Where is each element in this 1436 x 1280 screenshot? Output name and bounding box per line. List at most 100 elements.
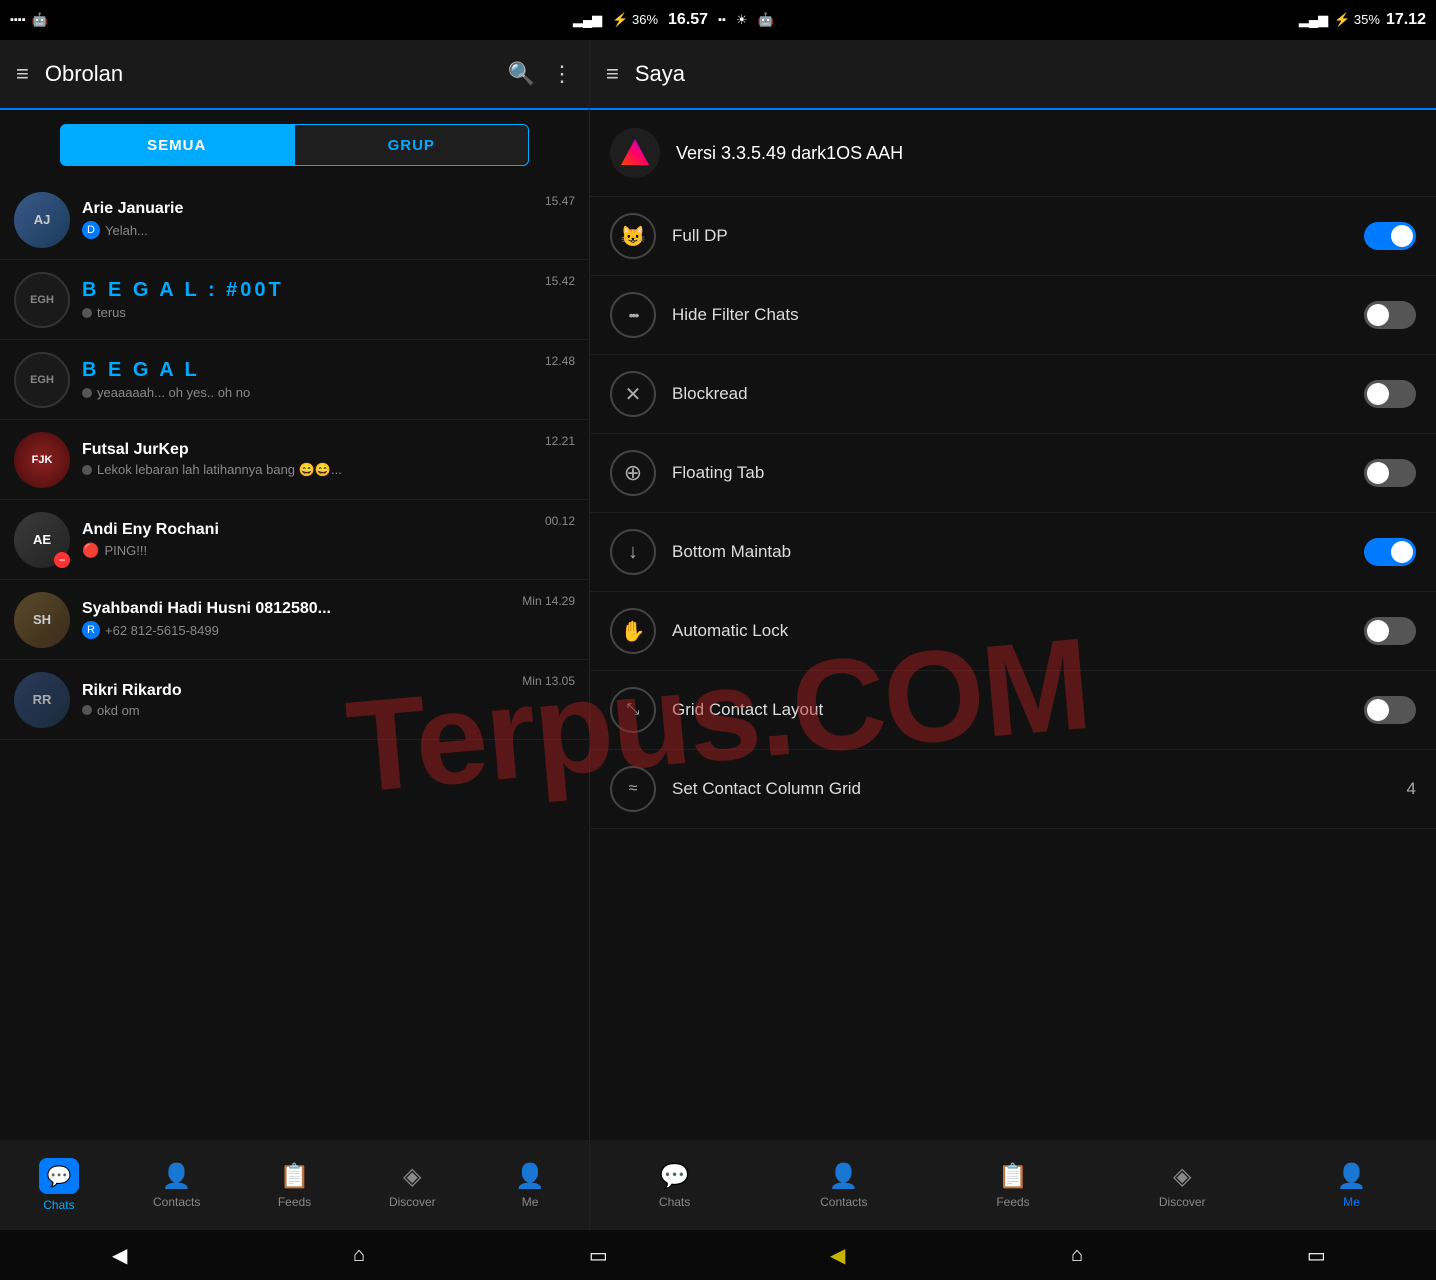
preview-text: Lekok lebaran lah latihannya bang 😄😄... bbox=[97, 462, 342, 478]
preview-text: yeaaaaah... oh yes.. oh no bbox=[97, 385, 250, 400]
discover-label-right: Discover bbox=[1159, 1195, 1206, 1209]
back-btn-left[interactable]: ◀ bbox=[90, 1235, 150, 1275]
nav-feeds[interactable]: 📋 Feeds bbox=[236, 1140, 354, 1230]
nav-discover-right[interactable]: ◈ Discover bbox=[1098, 1140, 1267, 1230]
home-btn-right[interactable]: ⌂ bbox=[1047, 1235, 1107, 1275]
tab-group[interactable]: GRUP bbox=[294, 124, 530, 166]
home-btn-left[interactable]: ⌂ bbox=[329, 1235, 389, 1275]
setting-floating-tab: ⊕ Floating Tab bbox=[590, 434, 1436, 513]
chat-preview: Lekok lebaran lah latihannya bang 😄😄... bbox=[82, 462, 533, 478]
toggle-knob bbox=[1367, 304, 1389, 326]
battery-2: ⚡ 35% bbox=[1334, 12, 1380, 28]
feeds-icon-right: 📋 bbox=[998, 1162, 1028, 1191]
discover-label: Discover bbox=[389, 1195, 436, 1209]
menu-icon-right[interactable]: ≡ bbox=[606, 61, 619, 87]
full-dp-toggle[interactable] bbox=[1364, 222, 1416, 250]
grid-contact-toggle[interactable] bbox=[1364, 696, 1416, 724]
chat-item[interactable]: AJ Arie Januarie D Yelah... 15.47 bbox=[0, 180, 589, 260]
blockread-label: Blockread bbox=[672, 384, 1348, 404]
auto-lock-toggle[interactable] bbox=[1364, 617, 1416, 645]
setting-full-dp: 😺 Full DP bbox=[590, 197, 1436, 276]
message-badge-r: R bbox=[82, 621, 100, 639]
chat-item[interactable]: EGH B E G A L : #00T terus 15.42 bbox=[0, 260, 589, 340]
nav-chats[interactable]: 💬 Chats bbox=[0, 1140, 118, 1230]
version-row: Versi 3.3.5.49 dark1OS AAH bbox=[590, 110, 1436, 197]
setting-auto-lock: ✋ Automatic Lock bbox=[590, 592, 1436, 671]
avatar: SH bbox=[14, 592, 70, 648]
preview-text: PING!!! bbox=[104, 543, 147, 558]
chat-info: Futsal JurKep Lekok lebaran lah latihann… bbox=[82, 441, 533, 478]
tab-all[interactable]: SEMUA bbox=[60, 124, 294, 166]
hide-filter-icon: ••• bbox=[610, 292, 656, 338]
avatar-wrap: AE − bbox=[14, 512, 70, 568]
nav-contacts[interactable]: 👤 Contacts bbox=[118, 1140, 236, 1230]
full-dp-icon: 😺 bbox=[610, 213, 656, 259]
bottom-nav-left: 💬 Chats 👤 Contacts 📋 Feeds ◈ Discover 👤 … bbox=[0, 1140, 589, 1230]
chat-name: Andi Eny Rochani bbox=[82, 521, 533, 539]
chats-icon-box: 💬 bbox=[39, 1158, 79, 1194]
time-1: 16.57 bbox=[668, 11, 708, 29]
android-icon-2: 🤖 bbox=[758, 12, 774, 28]
contacts-label: Contacts bbox=[153, 1195, 200, 1209]
setting-hide-filter: ••• Hide Filter Chats bbox=[590, 276, 1436, 355]
toggle-knob bbox=[1367, 383, 1389, 405]
feeds-icon: 📋 bbox=[280, 1162, 310, 1191]
chat-time: 15.42 bbox=[545, 274, 575, 288]
full-dp-label: Full DP bbox=[672, 226, 1348, 246]
floating-tab-icon: ⊕ bbox=[610, 450, 656, 496]
chats-icon: 💬 bbox=[46, 1164, 71, 1189]
android-icon-left: 🤖 bbox=[32, 12, 48, 28]
chat-info: Arie Januarie D Yelah... bbox=[82, 200, 533, 239]
bottom-maintab-toggle[interactable] bbox=[1364, 538, 1416, 566]
discover-icon-right: ◈ bbox=[1173, 1162, 1191, 1191]
nav-me-right[interactable]: 👤 Me bbox=[1267, 1140, 1436, 1230]
menu-icon-left[interactable]: ≡ bbox=[16, 61, 29, 87]
signal-1: ▂▄▆ bbox=[573, 12, 602, 28]
chat-name: B E G A L : #00T bbox=[82, 279, 533, 302]
chat-item[interactable]: AE − Andi Eny Rochani 🔴 PING!!! 00.12 bbox=[0, 500, 589, 580]
floating-tab-toggle[interactable] bbox=[1364, 459, 1416, 487]
avatar: FJK bbox=[14, 432, 70, 488]
blockread-toggle[interactable] bbox=[1364, 380, 1416, 408]
back-btn-right[interactable]: ◀ bbox=[808, 1235, 868, 1275]
grid-contact-icon: ⤡ bbox=[610, 687, 656, 733]
contacts-label-right: Contacts bbox=[820, 1195, 867, 1209]
chat-info: Rikri Rikardo okd om bbox=[82, 682, 510, 718]
chat-item[interactable]: EGH B E G A L yeaaaaah... oh yes.. oh no… bbox=[0, 340, 589, 420]
nav-feeds-right[interactable]: 📋 Feeds bbox=[928, 1140, 1097, 1230]
search-icon[interactable]: 🔍 bbox=[508, 61, 535, 87]
chat-preview: okd om bbox=[82, 703, 510, 718]
toggle-knob bbox=[1367, 699, 1389, 721]
chat-preview: terus bbox=[82, 305, 533, 320]
chat-item[interactable]: SH Syahbandi Hadi Husni 0812580... R +62… bbox=[0, 580, 589, 660]
chat-item[interactable]: RR Rikri Rikardo okd om Min 13.05 bbox=[0, 660, 589, 740]
more-icon[interactable]: ⋮ bbox=[551, 61, 573, 87]
chat-name: B E G A L bbox=[82, 359, 533, 382]
recent-btn-left[interactable]: ▭ bbox=[568, 1235, 628, 1275]
nav-contacts-right[interactable]: 👤 Contacts bbox=[759, 1140, 928, 1230]
recent-btn-right[interactable]: ▭ bbox=[1286, 1235, 1346, 1275]
bb-icon-left: ▪▪▪▪ bbox=[10, 14, 26, 26]
battery-1: ⚡ 36% bbox=[612, 12, 658, 28]
hide-filter-toggle[interactable] bbox=[1364, 301, 1416, 329]
chat-preview: R +62 812-5615-8499 bbox=[82, 621, 510, 639]
me-icon: 👤 bbox=[515, 1162, 545, 1191]
setting-contact-column: ≈ Set Contact Column Grid 4 bbox=[590, 750, 1436, 829]
message-badge: D bbox=[82, 221, 100, 239]
toggle-knob bbox=[1391, 541, 1413, 563]
filter-tabs: SEMUA GRUP bbox=[0, 110, 589, 180]
blockread-icon: ✕ bbox=[610, 371, 656, 417]
triangle-icon bbox=[617, 135, 653, 171]
ping-icon: 🔴 bbox=[82, 542, 99, 559]
setting-bottom-maintab: ↓ Bottom Maintab bbox=[590, 513, 1436, 592]
version-icon-wrap bbox=[610, 128, 660, 178]
main-content: Terpus.COM ≡ Obrolan 🔍 ⋮ SEMUA GRUP AJ A… bbox=[0, 40, 1436, 1230]
status-dot bbox=[82, 465, 92, 475]
chat-item[interactable]: FJK Futsal JurKep Lekok lebaran lah lati… bbox=[0, 420, 589, 500]
nav-me[interactable]: 👤 Me bbox=[471, 1140, 589, 1230]
me-label-right: Me bbox=[1343, 1195, 1360, 1209]
setting-grid-contact: ⤡ Grid Contact Layout bbox=[590, 671, 1436, 750]
nav-chats-right[interactable]: 💬 Chats bbox=[590, 1140, 759, 1230]
signal-2: ▂▄▆ bbox=[1299, 12, 1328, 28]
nav-discover[interactable]: ◈ Discover bbox=[353, 1140, 471, 1230]
